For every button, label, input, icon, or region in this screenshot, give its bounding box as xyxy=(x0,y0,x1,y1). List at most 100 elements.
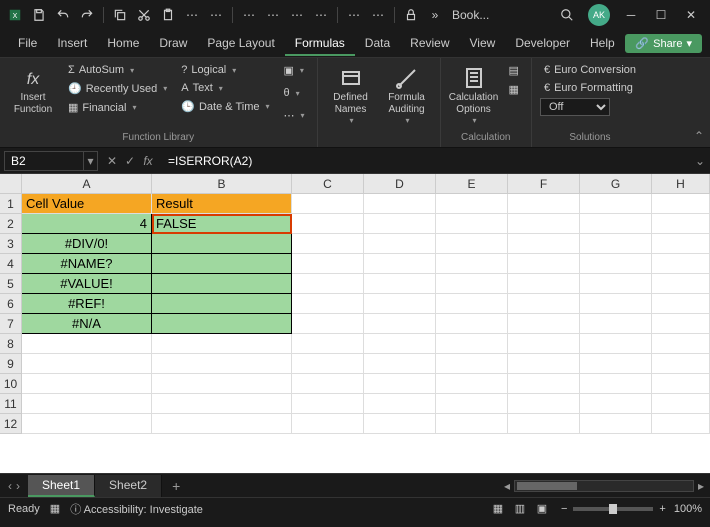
cell[interactable] xyxy=(652,234,710,254)
cell[interactable] xyxy=(508,294,580,314)
tab-page-layout[interactable]: Page Layout xyxy=(197,32,284,56)
cancel-formula-icon[interactable]: ✕ xyxy=(104,154,120,168)
recently-used-button[interactable]: 🕘Recently Used xyxy=(64,80,171,97)
cell[interactable]: FALSE xyxy=(152,214,292,234)
cell[interactable] xyxy=(364,414,436,434)
excel-icon[interactable]: X xyxy=(4,4,26,26)
cell[interactable] xyxy=(580,254,652,274)
horizontal-scrollbar[interactable]: ◂ ▸ xyxy=(190,479,710,493)
zoom-in-icon[interactable]: + xyxy=(659,503,665,515)
avatar[interactable]: AK xyxy=(588,4,610,26)
cell[interactable] xyxy=(508,334,580,354)
sheet-next-icon[interactable]: › xyxy=(16,479,20,493)
tab-help[interactable]: Help xyxy=(580,32,625,56)
formula-auditing-button[interactable]: FormulaAuditing xyxy=(382,62,432,130)
cell[interactable] xyxy=(364,294,436,314)
cell[interactable] xyxy=(652,414,710,434)
redo-icon[interactable] xyxy=(76,4,98,26)
tab-insert[interactable]: Insert xyxy=(47,32,97,56)
row-header[interactable]: 1 xyxy=(0,194,22,214)
euro-select[interactable]: Off xyxy=(540,98,610,116)
autosum-button[interactable]: ΣAutoSum xyxy=(64,62,171,78)
more-functions-button[interactable]: θ xyxy=(280,85,309,101)
cell[interactable] xyxy=(436,414,508,434)
tab-draw[interactable]: Draw xyxy=(149,32,197,56)
scroll-left-icon[interactable]: ◂ xyxy=(504,479,510,493)
share-button[interactable]: 🔗 Share ▾ xyxy=(625,34,702,53)
more-functions-button[interactable]: ▣ xyxy=(280,62,309,79)
cell[interactable] xyxy=(508,214,580,234)
cell[interactable] xyxy=(652,254,710,274)
cell[interactable] xyxy=(152,354,292,374)
cut-icon[interactable] xyxy=(133,4,155,26)
cell[interactable] xyxy=(580,354,652,374)
column-header[interactable]: G xyxy=(580,174,652,194)
fx-icon[interactable]: fx xyxy=(140,154,156,168)
row-header[interactable]: 7 xyxy=(0,314,22,334)
enter-formula-icon[interactable]: ✓ xyxy=(122,154,138,168)
column-header[interactable]: B xyxy=(152,174,292,194)
cell[interactable] xyxy=(652,374,710,394)
cell[interactable] xyxy=(364,374,436,394)
row-header[interactable]: 9 xyxy=(0,354,22,374)
cell[interactable]: #REF! xyxy=(22,294,152,314)
normal-view-icon[interactable]: ▦ xyxy=(487,500,509,518)
row-header[interactable]: 8 xyxy=(0,334,22,354)
row-header[interactable]: 2 xyxy=(0,214,22,234)
zoom-level[interactable]: 100% xyxy=(674,503,702,515)
cell[interactable] xyxy=(292,374,364,394)
more-functions-button[interactable]: ⋯ xyxy=(280,107,309,124)
cell[interactable] xyxy=(436,354,508,374)
copy-icon[interactable] xyxy=(109,4,131,26)
paste-icon[interactable] xyxy=(157,4,179,26)
undo-icon[interactable] xyxy=(52,4,74,26)
cell[interactable] xyxy=(364,254,436,274)
scroll-right-icon[interactable]: ▸ xyxy=(698,479,704,493)
cell[interactable] xyxy=(152,334,292,354)
cell[interactable] xyxy=(292,214,364,234)
row-header[interactable]: 5 xyxy=(0,274,22,294)
cell[interactable] xyxy=(652,394,710,414)
cell[interactable] xyxy=(364,334,436,354)
cell[interactable] xyxy=(508,274,580,294)
select-all-corner[interactable] xyxy=(0,174,22,194)
qat-icon[interactable]: ⋯ xyxy=(238,4,260,26)
spreadsheet-grid[interactable]: ABCDEFGH 123456789101112 Cell ValueResul… xyxy=(0,174,710,473)
search-icon[interactable] xyxy=(552,0,582,30)
cell[interactable] xyxy=(580,334,652,354)
cell[interactable] xyxy=(508,194,580,214)
tab-file[interactable]: File xyxy=(8,32,47,56)
cell[interactable] xyxy=(292,234,364,254)
cell[interactable] xyxy=(508,354,580,374)
minimize-icon[interactable]: ─ xyxy=(616,0,646,30)
cell[interactable] xyxy=(652,334,710,354)
qat-icon[interactable]: ⋯ xyxy=(181,4,203,26)
cell[interactable] xyxy=(364,214,436,234)
cell[interactable] xyxy=(152,274,292,294)
cell[interactable] xyxy=(580,414,652,434)
qat-icon[interactable]: ⋯ xyxy=(262,4,284,26)
calc-sheet-button[interactable]: ▦ xyxy=(505,81,523,98)
column-header[interactable]: H xyxy=(652,174,710,194)
cell[interactable] xyxy=(292,194,364,214)
cell[interactable] xyxy=(652,194,710,214)
cell[interactable] xyxy=(22,354,152,374)
cell[interactable] xyxy=(580,274,652,294)
row-header[interactable]: 6 xyxy=(0,294,22,314)
cell[interactable] xyxy=(364,354,436,374)
cell[interactable] xyxy=(152,394,292,414)
cell[interactable] xyxy=(508,234,580,254)
cell[interactable] xyxy=(436,274,508,294)
cell[interactable] xyxy=(580,234,652,254)
sheet-tab[interactable]: Sheet1 xyxy=(28,475,95,497)
cell[interactable]: 4 xyxy=(22,214,152,234)
cell[interactable] xyxy=(152,294,292,314)
tab-view[interactable]: View xyxy=(460,32,506,56)
cell[interactable]: #NAME? xyxy=(22,254,152,274)
cell[interactable] xyxy=(436,214,508,234)
text-button[interactable]: AText xyxy=(177,80,273,96)
tab-review[interactable]: Review xyxy=(400,32,459,56)
cell[interactable]: Cell Value xyxy=(22,194,152,214)
column-header[interactable]: E xyxy=(436,174,508,194)
column-header[interactable]: F xyxy=(508,174,580,194)
